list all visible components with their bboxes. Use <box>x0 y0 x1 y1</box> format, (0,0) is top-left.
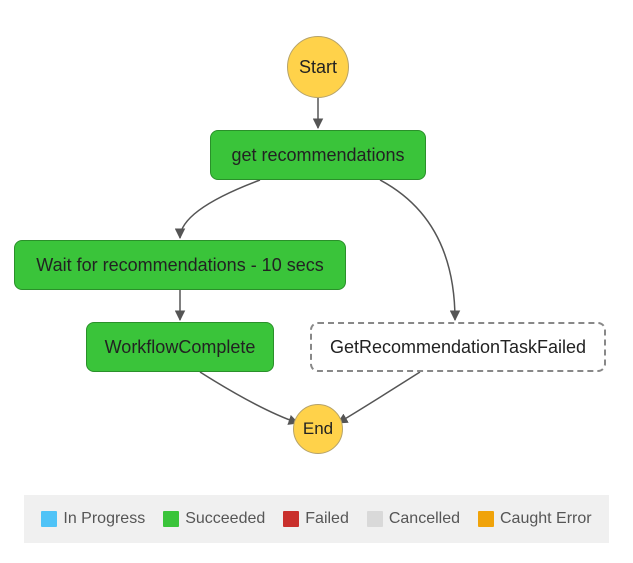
legend-in-progress: In Progress <box>41 510 145 528</box>
swatch-succeeded <box>163 511 179 527</box>
node-get-recommendations-label: get recommendations <box>231 145 404 166</box>
node-start: Start <box>287 36 349 98</box>
node-start-label: Start <box>299 57 337 78</box>
legend-cancelled-label: Cancelled <box>389 510 460 528</box>
node-end-label: End <box>303 419 333 439</box>
workflow-diagram: Start get recommendations Wait for recom… <box>0 0 633 563</box>
swatch-cancelled <box>367 511 383 527</box>
node-workflow-complete-label: WorkflowComplete <box>105 337 256 358</box>
legend-failed: Failed <box>283 510 349 528</box>
swatch-in-progress <box>41 511 57 527</box>
legend-failed-label: Failed <box>305 510 349 528</box>
legend-in-progress-label: In Progress <box>63 510 145 528</box>
legend: In Progress Succeeded Failed Cancelled C… <box>24 495 609 543</box>
node-wait: Wait for recommendations - 10 secs <box>14 240 346 290</box>
legend-cancelled: Cancelled <box>367 510 460 528</box>
legend-caught-error: Caught Error <box>478 510 592 528</box>
node-workflow-complete: WorkflowComplete <box>86 322 274 372</box>
node-end: End <box>293 404 343 454</box>
node-task-failed: GetRecommendationTaskFailed <box>310 322 606 372</box>
node-get-recommendations: get recommendations <box>210 130 426 180</box>
swatch-failed <box>283 511 299 527</box>
legend-caught-error-label: Caught Error <box>500 510 592 528</box>
node-wait-label: Wait for recommendations - 10 secs <box>36 255 323 276</box>
legend-succeeded: Succeeded <box>163 510 265 528</box>
swatch-caught-error <box>478 511 494 527</box>
node-task-failed-label: GetRecommendationTaskFailed <box>330 337 586 358</box>
legend-succeeded-label: Succeeded <box>185 510 265 528</box>
